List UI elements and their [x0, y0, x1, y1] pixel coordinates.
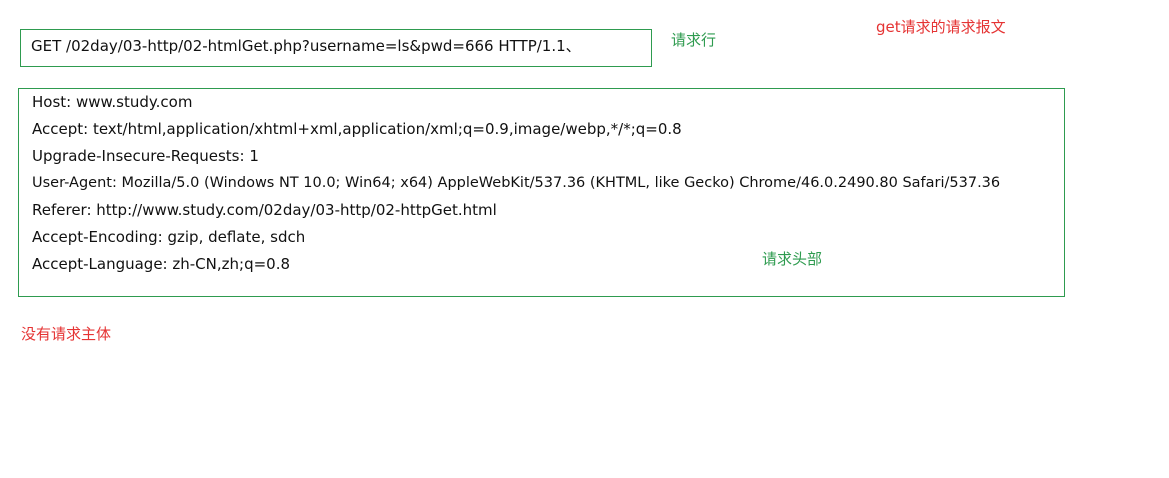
request-line-text: GET /02day/03-http/02-htmlGet.php?userna…: [31, 37, 581, 55]
header-user-agent: User-Agent: Mozilla/5.0 (Windows NT 10.0…: [32, 175, 1001, 191]
request-headers-label: 请求头部: [762, 250, 823, 268]
request-line-label: 请求行: [671, 31, 717, 49]
header-upgrade-insecure-requests: Upgrade-Insecure-Requests: 1: [32, 147, 259, 165]
no-request-body-label: 没有请求主体: [21, 325, 112, 343]
header-accept: Accept: text/html,application/xhtml+xml,…: [32, 120, 682, 138]
header-referer: Referer: http://www.study.com/02day/03-h…: [32, 201, 497, 219]
request-line-box: GET /02day/03-http/02-htmlGet.php?userna…: [20, 29, 652, 67]
request-headers-box: Host: www.study.com Accept: text/html,ap…: [18, 88, 1065, 297]
diagram-title-label: get请求的请求报文: [876, 18, 1006, 36]
header-accept-language: Accept-Language: zh-CN,zh;q=0.8: [32, 255, 291, 273]
header-accept-encoding: Accept-Encoding: gzip, deflate, sdch: [32, 228, 306, 246]
header-host: Host: www.study.com: [32, 93, 193, 111]
